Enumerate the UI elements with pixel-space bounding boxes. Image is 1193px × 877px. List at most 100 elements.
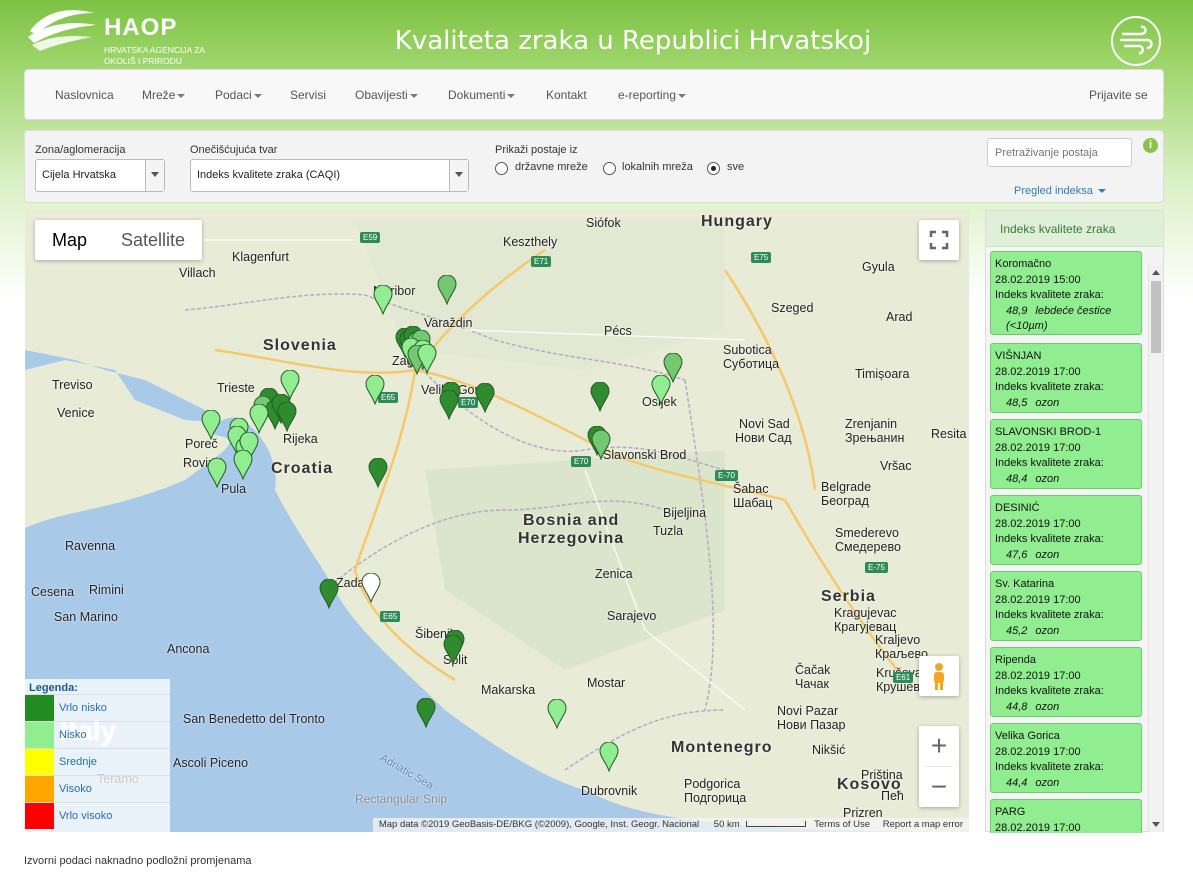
city-label: Tuzla	[653, 524, 684, 538]
station-marker-icon[interactable]	[547, 698, 567, 730]
station-marker-icon[interactable]	[437, 274, 457, 306]
pollutant-name: ozon	[1035, 624, 1060, 637]
country-label: Serbia	[821, 588, 876, 605]
nav-naslovnica[interactable]: Naslovnica	[55, 88, 114, 102]
caret-down-icon	[1097, 189, 1106, 194]
city-label: Trieste	[217, 381, 255, 395]
map-type-satellite-button[interactable]: Satellite	[104, 220, 202, 260]
station-marker-icon[interactable]	[417, 343, 437, 375]
nav-kontakt[interactable]: Kontakt	[546, 88, 587, 102]
station-card[interactable]: PARG28.02.2019 17:00Indeks kvalitete zra…	[990, 799, 1142, 833]
report-error-link[interactable]: Report a map error	[883, 819, 963, 830]
station-card[interactable]: VIŠNJAN 28.02.2019 17:00 Indeks kvalitete …	[990, 343, 1142, 413]
station-card[interactable]: Ripenda 28.02.2019 17:00 Indeks kvalitete …	[990, 647, 1142, 717]
city-label: Ravenna	[65, 539, 116, 553]
city-label: Mostar	[587, 676, 626, 690]
road-shield: E-70	[715, 470, 738, 481]
road-shield: E71	[531, 256, 552, 267]
main-nav: Naslovnica Mreže Podaci Servisi Obavijes…	[24, 69, 1164, 120]
street-view-pegman-button[interactable]	[919, 656, 959, 696]
radio-all[interactable]	[707, 162, 720, 175]
city-label: Venice	[57, 406, 95, 420]
radio-state-network[interactable]	[495, 162, 508, 175]
terms-link[interactable]: Terms of Use	[814, 819, 870, 830]
legend-item: Vrlo visoko	[25, 802, 170, 829]
scroll-thumb[interactable]	[1151, 281, 1161, 353]
station-marker-icon[interactable]	[368, 457, 388, 489]
station-marker-icon[interactable]	[277, 401, 297, 433]
radio-state-network-label: državne mreže	[515, 161, 588, 173]
city-label: Cesena	[31, 585, 75, 599]
map-type-map-button[interactable]: Map	[35, 220, 104, 260]
country-label: Croatia	[271, 460, 334, 477]
nav-e-reporting[interactable]: e-reporting	[618, 88, 687, 102]
nav-dokumenti[interactable]: Dokumenti	[448, 88, 516, 102]
caret-down-icon	[177, 93, 186, 98]
scroll-down-icon[interactable]	[1152, 822, 1160, 827]
station-name: Koromačno	[995, 258, 1052, 270]
station-marker-icon[interactable]	[443, 634, 463, 666]
city-label: Subotica	[723, 343, 772, 357]
map-view[interactable]: Hungary Slovenia Croatia Bosnia and Herzegov…	[25, 210, 969, 832]
pollutant-select[interactable]: Indeks kvalitete zraka (CAQI)	[190, 159, 469, 192]
station-time: 28.02.2019 17:00	[995, 593, 1081, 606]
zoom-out-button[interactable]: −	[919, 767, 959, 807]
station-marker-icon[interactable]	[475, 382, 495, 414]
station-marker-icon[interactable]	[365, 374, 385, 406]
zone-select[interactable]: Cijela Hrvatska	[35, 159, 165, 192]
station-marker-icon[interactable]	[591, 429, 611, 461]
station-marker-icon[interactable]	[651, 374, 671, 406]
nav-servisi[interactable]: Servisi	[290, 88, 326, 102]
zoom-in-button[interactable]: +	[919, 726, 959, 766]
station-marker-icon[interactable]	[207, 457, 227, 489]
station-marker-icon[interactable]	[361, 572, 381, 604]
page-title: Kvaliteta zraka u Republici Hrvatskoj	[394, 26, 872, 56]
nav-podaci[interactable]: Podaci	[215, 88, 262, 102]
index-overview-link[interactable]: Pregled indeksa	[1014, 185, 1106, 197]
station-card[interactable]: DESINIĆ 28.02.2019 17:00 Indeks kvalitete …	[990, 495, 1142, 565]
legend-item: Nisko	[25, 721, 170, 748]
station-time: 28.02.2019 17:00	[995, 517, 1081, 530]
station-card[interactable]: SLAVONSKI BROD-1 28.02.2019 17:00 Indeks k…	[990, 419, 1142, 489]
city-label: Belgrade	[821, 480, 872, 494]
index-label: Indeks kvalitete zraka:	[995, 457, 1104, 469]
city-label: Podgorica	[684, 777, 741, 791]
fullscreen-button[interactable]	[919, 220, 959, 260]
scroll-up-icon[interactable]	[1152, 270, 1160, 275]
station-marker-icon[interactable]	[439, 389, 459, 421]
legend-swatch	[25, 695, 54, 721]
station-time: 28.02.2019 17:00	[995, 441, 1081, 454]
station-marker-icon[interactable]	[373, 284, 393, 316]
index-value: 48,9	[1006, 304, 1028, 317]
station-card[interactable]: Sv. Katarina 28.02.2019 17:00 Indeks kvali…	[990, 571, 1142, 641]
station-time: 28.02.2019 17:00	[995, 745, 1081, 758]
station-list-scrollbar[interactable]	[1148, 265, 1163, 832]
station-marker-icon[interactable]	[599, 741, 619, 773]
station-marker-icon[interactable]	[416, 697, 436, 729]
station-marker-icon[interactable]	[319, 578, 339, 610]
station-list[interactable]: Koromačno 28.02.2019 15:00 Indeks kvalitet…	[986, 251, 1148, 833]
station-card[interactable]: Velika Gorica 28.02.2019 17:00 Indeks kval…	[990, 723, 1142, 793]
station-marker-icon[interactable]	[249, 403, 269, 435]
info-icon[interactable]: i	[1143, 138, 1158, 153]
index-label: Indeks kvalitete zraka:	[995, 609, 1104, 621]
index-panel-title: Indeks kvalitete zraka	[986, 211, 1163, 247]
station-marker-icon[interactable]	[233, 449, 253, 481]
login-link[interactable]: Prijavite se	[1089, 88, 1148, 102]
city-label: Rijeka	[283, 432, 318, 446]
station-search-input[interactable]	[987, 138, 1132, 167]
nav-mreze[interactable]: Mreže	[142, 88, 186, 102]
rectangular-snip-label: Rectangular Snip	[355, 792, 448, 806]
station-card[interactable]: Koromačno 28.02.2019 15:00 Indeks kvalitet…	[990, 251, 1142, 335]
station-marker-icon[interactable]	[590, 381, 610, 413]
legend-item: Vrlo nisko	[25, 694, 170, 721]
station-marker-icon[interactable]	[201, 409, 221, 441]
station-time: 28.02.2019 17:00	[995, 821, 1081, 834]
nav-obavijesti[interactable]: Obavijesti	[355, 88, 418, 102]
station-time: 28.02.2019 17:00	[995, 669, 1081, 682]
radio-local-network[interactable]	[603, 162, 616, 175]
legend-swatch	[25, 776, 54, 802]
index-label: Indeks kvalitete zraka:	[995, 533, 1104, 545]
road-shield: E75	[751, 252, 772, 263]
scale-bar	[745, 821, 806, 828]
